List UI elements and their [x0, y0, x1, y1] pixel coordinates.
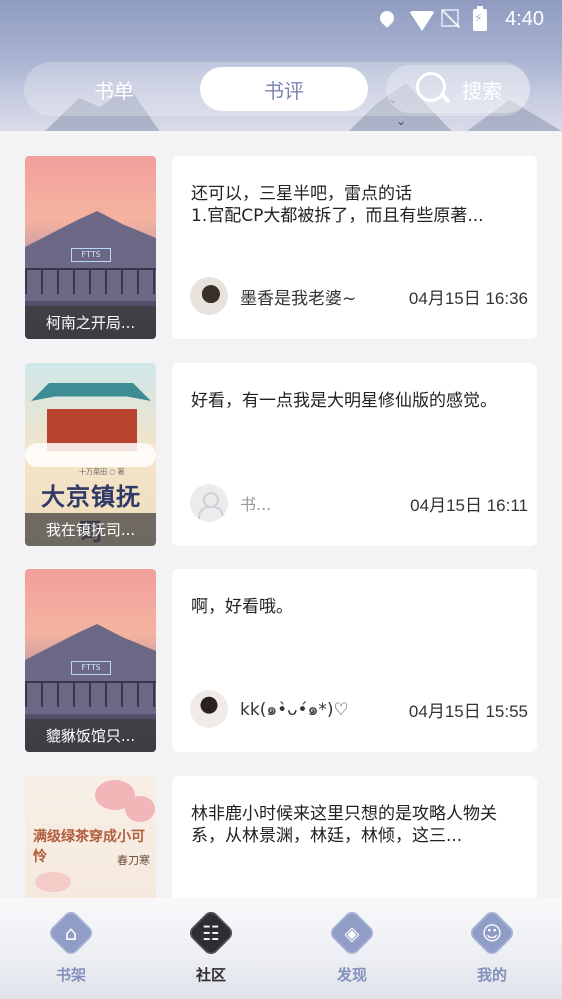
search-label: 搜索 — [462, 78, 502, 103]
header-banner: ⌄ ⌄ 4:40 书单 书评 搜索 — [0, 0, 562, 131]
top-tab-bar: 书单 书评 搜索 — [24, 62, 530, 116]
tab-book-review[interactable]: 书评 — [200, 67, 368, 111]
review-date: 04月15日 15:55 — [408, 701, 528, 721]
cover-author-text: 十万菜田 ○ 著 — [79, 468, 125, 476]
nav-label: 书架 — [55, 966, 86, 984]
review-date: 04月15日 16:36 — [408, 288, 528, 308]
book-cover[interactable]: FTTS 柯南之开局... — [25, 156, 156, 339]
review-text: 还可以，三星半吧，雷点的话 1.官配CP大都被拆了，而且有些原著... — [191, 184, 484, 226]
cover-author-text: 春刀寒 — [117, 854, 150, 867]
avatar[interactable] — [190, 277, 228, 315]
avatar[interactable] — [190, 484, 228, 522]
review-date: 04月15日 16:11 — [410, 495, 528, 515]
user-icon: ☺ — [467, 908, 517, 958]
review-card[interactable]: 啊，好看哦。 kk(๑•̀ᴗ•́๑*)♡ 04月15日 15:55 — [172, 569, 537, 752]
search-icon — [414, 70, 452, 108]
review-text: 好看，有一点我是大明星修仙版的感觉。 — [191, 391, 497, 411]
battery-icon — [473, 5, 493, 31]
review-item[interactable]: FTTS 貔貅饭馆只... 啊，好看哦。 kk(๑•̀ᴗ•́๑*)♡ 04月15… — [25, 569, 537, 752]
nav-label: 我的 — [476, 966, 507, 984]
username[interactable]: 墨香是我老婆~ — [240, 284, 409, 309]
username[interactable]: 书... — [240, 491, 410, 515]
status-time: 4:40 — [505, 8, 544, 30]
no-signal-icon — [441, 8, 461, 31]
nav-item-bookshelf[interactable]: ⌂ 书架 — [31, 908, 111, 992]
review-card[interactable]: 还可以，三星半吧，雷点的话 1.官配CP大都被拆了，而且有些原著... 墨香是我… — [172, 156, 537, 339]
nav-item-profile[interactable]: ☺ 我的 — [452, 908, 532, 992]
search-button[interactable]: 搜索 — [386, 65, 530, 113]
nav-item-community[interactable]: ☷ 社区 — [171, 908, 251, 992]
nav-item-discover[interactable]: ◈ 发现 — [312, 908, 392, 992]
cover-sign-text: FTTS — [71, 661, 111, 675]
review-item[interactable]: FTTS 柯南之开局... 还可以，三星半吧，雷点的话 1.官配CP大都被拆了，… — [25, 156, 537, 339]
status-bar: 4:40 — [0, 0, 562, 40]
cover-sign-text: FTTS — [71, 248, 111, 262]
review-item[interactable]: 十万菜田 ○ 著 大京镇抚司 我在镇抚司... 好看，有一点我是大明星修仙版的感… — [25, 363, 537, 546]
username[interactable]: kk(๑•̀ᴗ•́๑*)♡ — [240, 696, 409, 723]
review-footer: 书... 04月15日 16:11 — [190, 484, 528, 522]
review-text: 林非鹿小时候来这里只想的是攻略人物关系，从林景渊，林廷，林倾，这三... — [191, 804, 497, 846]
review-footer: 墨香是我老婆~ 04月15日 16:36 — [190, 277, 528, 315]
compass-icon: ◈ — [327, 908, 377, 958]
house-icon: ⌂ — [46, 908, 96, 958]
bottom-navigation: ⌂ 书架 ☷ 社区 ◈ 发现 ☺ 我的 — [0, 898, 562, 999]
review-footer: kk(๑•̀ᴗ•́๑*)♡ 04月15日 15:55 — [190, 690, 528, 728]
review-card[interactable]: 好看，有一点我是大明星修仙版的感觉。 书... 04月15日 16:11 — [172, 363, 537, 546]
location-icon — [377, 7, 397, 31]
wifi-icon — [409, 9, 436, 31]
tab-book-list[interactable]: 书单 — [54, 62, 174, 116]
avatar[interactable] — [190, 690, 228, 728]
chat-icon: ☷ — [186, 908, 236, 958]
book-title-caption: 貔貅饭馆只... — [25, 719, 156, 752]
bird-decoration: ⌄ — [396, 114, 407, 128]
book-cover[interactable]: FTTS 貔貅饭馆只... — [25, 569, 156, 752]
review-text: 啊，好看哦。 — [191, 597, 293, 617]
book-title-caption: 柯南之开局... — [25, 306, 156, 339]
nav-label: 发现 — [336, 966, 367, 984]
book-title-caption: 我在镇抚司... — [25, 513, 156, 546]
nav-label: 社区 — [195, 966, 226, 984]
book-cover[interactable]: 十万菜田 ○ 著 大京镇抚司 我在镇抚司... — [25, 363, 156, 546]
